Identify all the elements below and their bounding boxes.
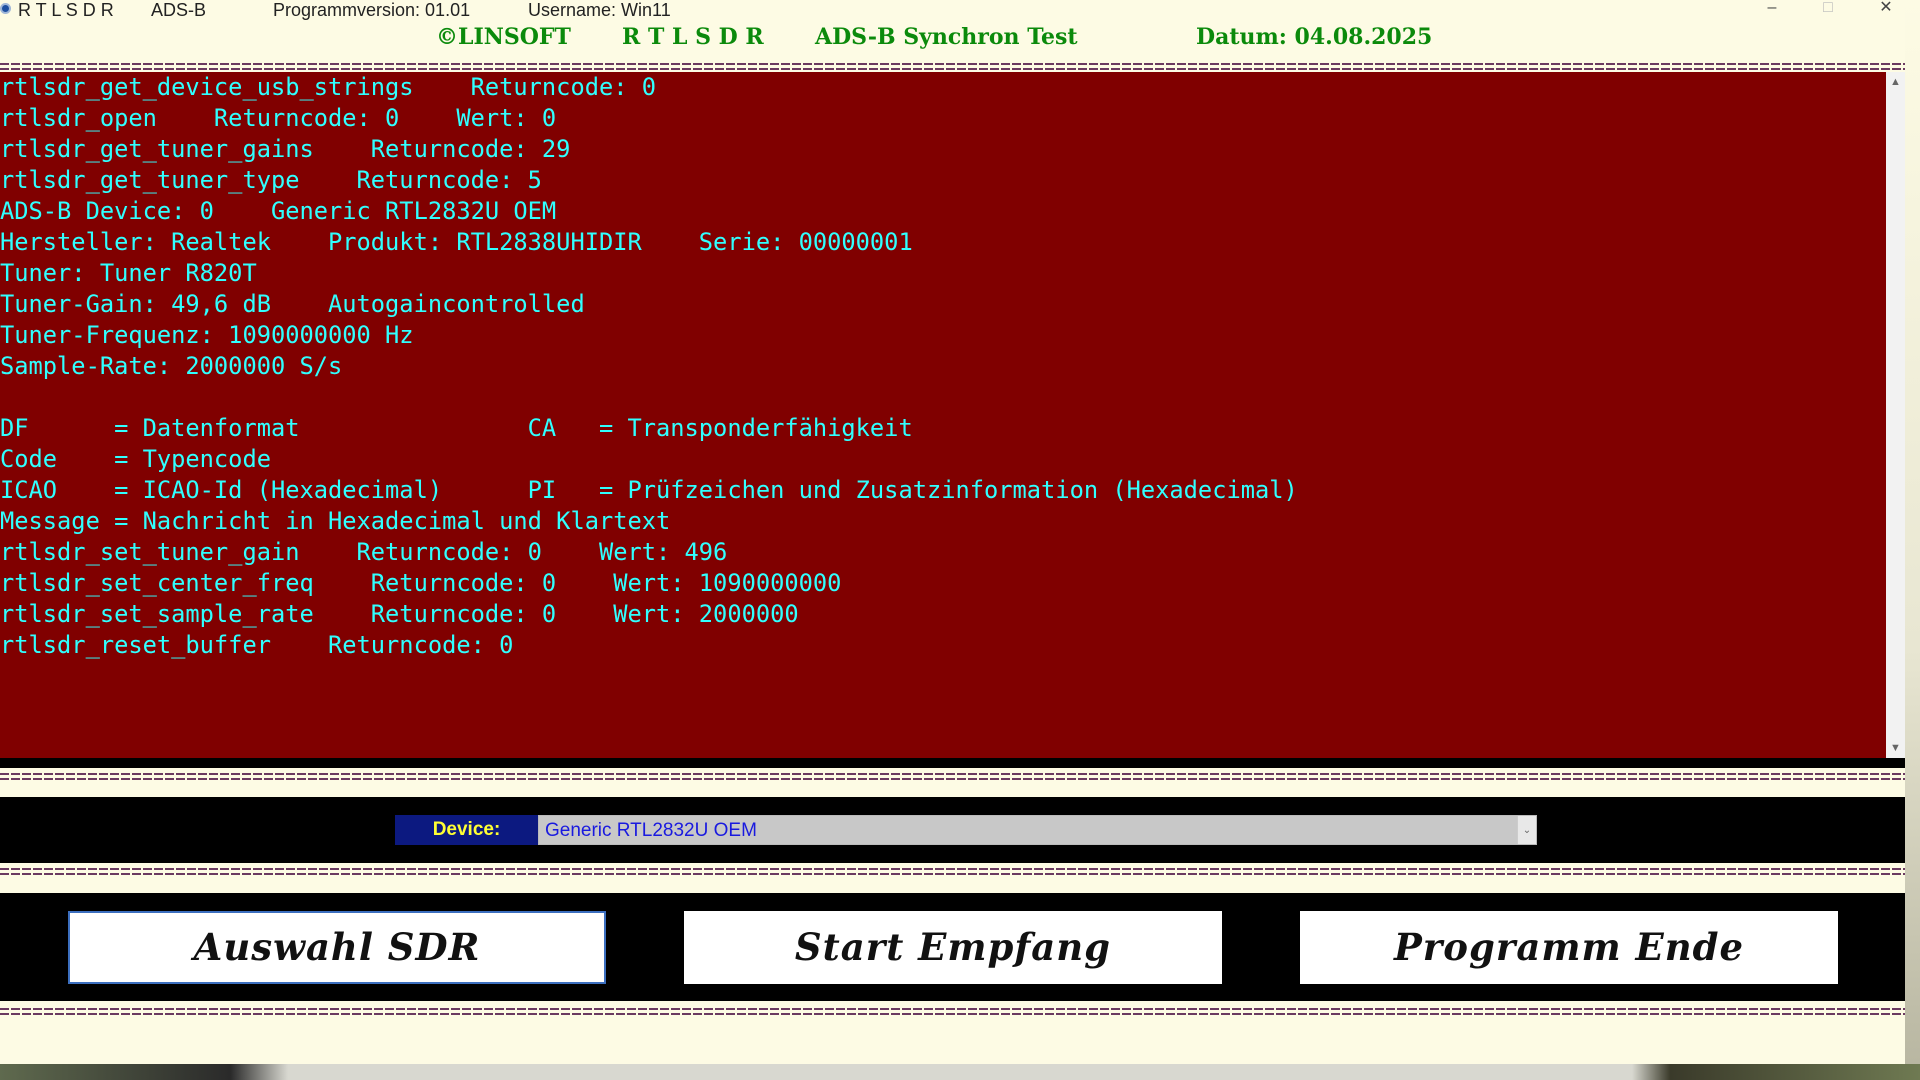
device-select[interactable]: Generic RTL2832U OEM ⌄ bbox=[538, 815, 1537, 845]
console-line: Tuner-Frequenz: 1090000000 Hz bbox=[0, 321, 414, 349]
start-receive-button[interactable]: Start Empfang bbox=[684, 911, 1222, 984]
window-edge bbox=[1905, 0, 1920, 1080]
test-title: ADS-B Synchron Test bbox=[815, 24, 1078, 50]
minimize-button[interactable]: – bbox=[1752, 0, 1792, 22]
window-title-app: R T L S D R bbox=[18, 0, 114, 20]
console-line: rtlsdr_set_center_freq Returncode: 0 Wer… bbox=[0, 569, 842, 597]
console-scrollbar[interactable]: ▲ ▼ bbox=[1886, 72, 1905, 758]
program-header: ©LINSOFT R T L S D R ADS-B Synchron Test… bbox=[0, 22, 1905, 52]
console-line: rtlsdr_set_tuner_gain Returncode: 0 Wert… bbox=[0, 538, 728, 566]
console-line: Sample-Rate: 2000000 S/s bbox=[0, 352, 343, 380]
console-line: rtlsdr_reset_buffer Returncode: 0 bbox=[0, 631, 514, 659]
separator-middle bbox=[0, 773, 1905, 781]
output-console: rtlsdr_get_device_usb_strings Returncode… bbox=[0, 72, 1886, 758]
scroll-up-icon[interactable]: ▲ bbox=[1886, 74, 1905, 90]
maximize-button[interactable]: □ bbox=[1808, 0, 1848, 22]
device-label: Device: bbox=[395, 815, 538, 845]
copyright-text: ©LINSOFT bbox=[436, 24, 571, 50]
window-title-mode: ADS-B bbox=[151, 0, 207, 20]
console-line: Message = Nachricht in Hexadecimal und K… bbox=[0, 507, 671, 535]
separator-lower bbox=[0, 868, 1905, 876]
console-line: ADS-B Device: 0 Generic RTL2832U OEM bbox=[0, 197, 557, 225]
scroll-down-icon[interactable]: ▼ bbox=[1886, 740, 1905, 756]
window-title-user: Username: Win11 bbox=[528, 0, 671, 20]
program-exit-button[interactable]: Programm Ende bbox=[1300, 911, 1838, 984]
console-line: rtlsdr_get_tuner_gains Returncode: 29 bbox=[0, 135, 571, 163]
select-sdr-button[interactable]: Auswahl SDR bbox=[68, 911, 606, 984]
console-line: Tuner-Gain: 49,6 dB Autogaincontrolled bbox=[0, 290, 585, 318]
separator-bottom bbox=[0, 1008, 1905, 1016]
black-band bbox=[0, 758, 1905, 768]
background-strip bbox=[0, 1064, 1920, 1080]
console-line: rtlsdr_get_device_usb_strings Returncode… bbox=[0, 73, 657, 101]
console-line: Code = Typencode bbox=[0, 445, 271, 473]
window-title-version: Programmversion: 01.01 bbox=[273, 0, 471, 20]
program-name: R T L S D R bbox=[622, 24, 764, 50]
console-line: Tuner: Tuner R820T bbox=[0, 259, 257, 287]
console-line: rtlsdr_open Returncode: 0 Wert: 0 bbox=[0, 104, 557, 132]
date-text: Datum: 04.08.2025 bbox=[1196, 24, 1433, 50]
console-line: rtlsdr_set_sample_rate Returncode: 0 Wer… bbox=[0, 600, 799, 628]
separator-top bbox=[0, 63, 1905, 71]
console-line: Hersteller: Realtek Produkt: RTL2838UHID… bbox=[0, 228, 913, 256]
app-icon bbox=[0, 3, 11, 14]
console-line: DF = Datenformat CA = Transponderfähigke… bbox=[0, 414, 913, 442]
title-bar: R T L S D R ADS-B Programmversion: 01.01… bbox=[0, 0, 1920, 22]
device-selected-value: Generic RTL2832U OEM bbox=[545, 820, 757, 841]
console-line: rtlsdr_get_tuner_type Returncode: 5 bbox=[0, 166, 542, 194]
console-line: ICAO = ICAO-Id (Hexadecimal) PI = Prüfze… bbox=[0, 476, 1298, 504]
close-button[interactable]: ✕ bbox=[1866, 0, 1906, 22]
chevron-down-icon[interactable]: ⌄ bbox=[1517, 816, 1536, 844]
